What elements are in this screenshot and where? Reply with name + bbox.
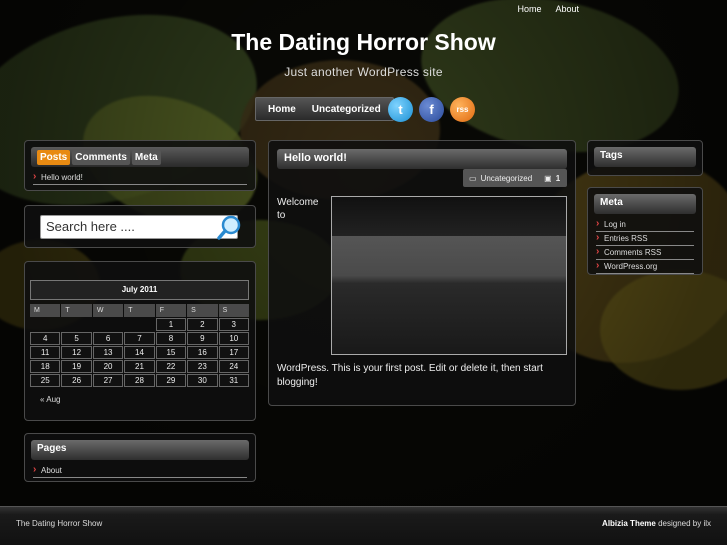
calendar-date-cell: 16	[187, 346, 218, 359]
calendar-date-cell: 30	[187, 374, 218, 387]
calendar-day-header: S	[187, 304, 218, 317]
calendar-date-cell: 12	[61, 346, 92, 359]
calendar-day-header: W	[92, 304, 124, 317]
calendar-date-cell: 1	[155, 318, 187, 331]
calendar-date-cell: 20	[92, 360, 124, 373]
calendar-date-cell: 21	[124, 360, 155, 373]
footer-theme-link[interactable]: Albizia Theme	[602, 519, 656, 528]
post-meta: ▭ Uncategorized ▣ 1	[463, 169, 567, 187]
site-title[interactable]: The Dating Horror Show	[0, 29, 727, 56]
calendar-date-cell: 7	[124, 332, 155, 345]
folder-icon: ▭	[469, 173, 477, 183]
meta-login-link[interactable]: Log in	[596, 218, 694, 232]
calendar-date-cell: 19	[61, 360, 92, 373]
calendar-date-cell: 24	[218, 360, 249, 373]
top-nav-home[interactable]: Home	[517, 4, 541, 14]
page-link-about[interactable]: About	[33, 464, 247, 478]
post-comment-count[interactable]: 1	[556, 174, 560, 183]
calendar-date-cell: 23	[187, 360, 218, 373]
calendar-date-cell: 15	[155, 346, 187, 359]
meta-title: Meta	[594, 194, 696, 214]
tab-posts[interactable]: Posts	[37, 149, 71, 165]
calendar-date-cell: 3	[218, 318, 249, 331]
meta-comments-rss-link[interactable]: Comments RSS	[596, 246, 694, 260]
calendar-date-cell: 17	[218, 346, 249, 359]
pages-title: Pages	[31, 440, 249, 460]
top-nav: Home About	[517, 4, 579, 14]
calendar-day-header: F	[155, 304, 187, 317]
calendar-prev-link[interactable]: « Aug	[40, 395, 60, 404]
calendar-day-header: S	[218, 304, 249, 317]
search-box	[40, 215, 241, 240]
post-title[interactable]: Hello world!	[277, 149, 567, 169]
footer-site-name[interactable]: The Dating Horror Show	[16, 519, 102, 528]
tabs-widget: Posts Comments Meta Hello world!	[24, 140, 256, 191]
calendar-date-cell: 5	[61, 332, 92, 345]
post-image	[331, 196, 567, 355]
top-nav-about[interactable]: About	[555, 4, 579, 14]
post-word: to	[277, 210, 286, 221]
post-text: WordPress. This is your first post. Edit…	[277, 363, 543, 388]
calendar-empty-cell	[61, 318, 91, 331]
social-links: t f rss	[388, 97, 475, 122]
comment-icon: ▣	[544, 173, 552, 183]
calendar-date-cell: 11	[30, 346, 61, 359]
calendar-date-cell: 4	[30, 332, 61, 345]
pages-widget: Pages About	[24, 433, 256, 482]
post-body-left: Welcome to	[277, 196, 319, 222]
calendar-date-cell: 25	[30, 374, 61, 387]
calendar-empty-cell	[124, 318, 154, 331]
calendar-date-cell: 8	[155, 332, 187, 345]
calendar-date-cell: 28	[124, 374, 155, 387]
nav-uncategorized[interactable]: Uncategorized	[304, 104, 389, 115]
search-input[interactable]	[41, 216, 211, 237]
meta-entries-rss-link[interactable]: Entries RSS	[596, 232, 694, 246]
meta-widget: Meta Log in Entries RSS Comments RSS Wor…	[587, 187, 703, 275]
footer: The Dating Horror Show Albizia Theme des…	[0, 506, 727, 545]
nav-home[interactable]: Home	[260, 104, 304, 115]
footer-designed-by: designed by ilx	[658, 519, 711, 528]
tags-title: Tags	[594, 147, 696, 167]
calendar-empty-cell	[93, 318, 123, 331]
calendar-date-cell: 2	[187, 318, 218, 331]
calendar-date-cell: 22	[155, 360, 187, 373]
twitter-icon[interactable]: t	[388, 97, 413, 122]
main-nav: Home Uncategorized	[255, 97, 394, 121]
calendar-day-header: M	[30, 304, 61, 317]
search-icon[interactable]	[217, 214, 243, 240]
calendar-day-header: T	[124, 304, 155, 317]
facebook-icon[interactable]: f	[419, 97, 444, 122]
tabs-post-list: Hello world!	[33, 171, 247, 185]
site-tagline: Just another WordPress site	[284, 65, 443, 79]
post-category[interactable]: Uncategorized	[481, 174, 533, 183]
calendar-caption: July 2011	[30, 280, 249, 300]
tab-meta[interactable]: Meta	[131, 149, 161, 165]
calendar-empty-cell	[30, 318, 60, 331]
calendar-date-cell: 31	[218, 374, 249, 387]
footer-credit: Albizia Theme designed by ilx	[602, 519, 711, 528]
rss-icon[interactable]: rss	[450, 97, 475, 122]
calendar-date-cell: 14	[124, 346, 155, 359]
calendar-date-cell: 18	[30, 360, 61, 373]
tags-widget: Tags	[587, 140, 703, 176]
calendar-day-header: T	[61, 304, 92, 317]
post-link[interactable]: Hello world!	[33, 171, 247, 185]
calendar-date-cell: 26	[61, 374, 92, 387]
calendar-date-cell: 9	[187, 332, 218, 345]
calendar-date-cell: 10	[218, 332, 249, 345]
calendar-date-cell: 6	[92, 332, 124, 345]
post-word: Welcome	[277, 197, 319, 208]
tab-comments[interactable]: Comments	[72, 149, 130, 165]
calendar-date-cell: 29	[155, 374, 187, 387]
calendar-date-cell: 27	[92, 374, 124, 387]
calendar-date-cell: 13	[92, 346, 124, 359]
meta-wordpress-link[interactable]: WordPress.org	[596, 260, 694, 274]
calendar-grid: M T W T F S S 1 2 3 4 5 6 7 8 9 10 11 12 13 14 15 16 17 18 19 20 21…	[30, 304, 249, 387]
